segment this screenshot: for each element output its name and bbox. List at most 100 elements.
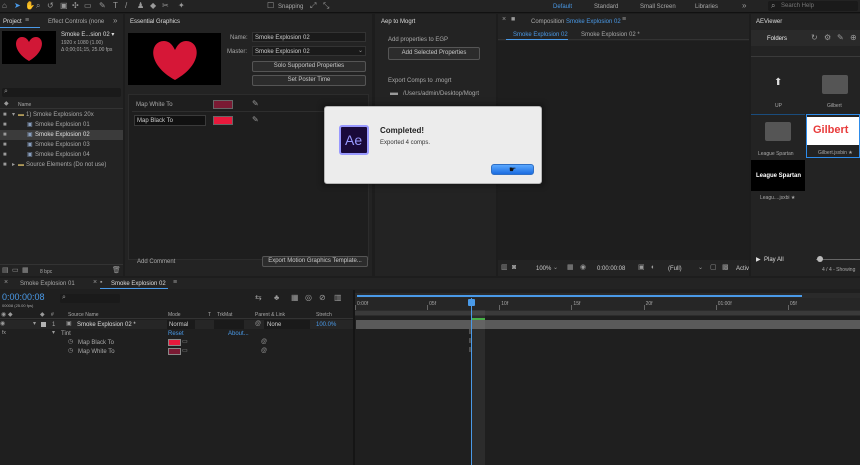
workspace-default[interactable]: Default (553, 3, 572, 11)
lock-icon[interactable]: ■ (511, 15, 515, 25)
project-list-item[interactable]: ■ ▣ Smoke Explosion 01 (0, 120, 123, 130)
keyframe-marker[interactable]: I (469, 338, 471, 346)
play-icon[interactable]: ▶ (756, 255, 761, 265)
trkmat-header[interactable]: TrkMat (217, 311, 232, 319)
effect-param-row[interactable]: ◷ Map Black To ▭ @ (0, 338, 353, 347)
grid-item-preset[interactable]: Gilbert Gilbert.jsxbin ★ (806, 114, 860, 158)
pan-tool-icon[interactable]: ✣ (72, 1, 79, 11)
keyframe-marker[interactable]: I (469, 329, 471, 337)
mode-select[interactable]: Normal (167, 320, 195, 329)
search-help-field[interactable]: ⌕ Search Help (768, 1, 858, 11)
export-mogrt-button[interactable]: Export Motion Graphics Template... (262, 256, 368, 267)
panel-menu-icon[interactable]: ≡ (25, 16, 29, 26)
project-list-item[interactable]: ■ ▸ ▬ Source Elements (Do not use) (0, 160, 123, 170)
close-icon[interactable]: × (502, 15, 506, 25)
home-icon[interactable]: ⌂ (2, 1, 7, 11)
camera-tool-icon[interactable]: ▣ (60, 1, 68, 11)
new-comp-icon[interactable]: ▦ (22, 266, 29, 276)
brush-tool-icon[interactable]: / (125, 1, 127, 11)
grid-item-up[interactable]: ⬆ UP (751, 66, 805, 114)
mode-header[interactable]: Mode (168, 311, 181, 319)
effect-param-row[interactable]: ◷ Map White To ▭ @ (0, 347, 353, 356)
set-poster-time-button[interactable]: Set Poster Time (252, 75, 366, 86)
grid-item-preset[interactable]: League Spartan Leagu....jsxbi ★ (751, 160, 805, 204)
motion-blur-icon[interactable]: ◎ (305, 293, 312, 303)
ok-button[interactable]: ☛ (491, 164, 534, 175)
trash-icon[interactable]: 🗑 (112, 266, 121, 276)
snap-extra-icon[interactable]: ⤡ (323, 1, 329, 11)
keyframe-marker[interactable]: I (469, 347, 471, 355)
source-name-header[interactable]: Source Name (68, 311, 99, 319)
settings-icon[interactable]: ⚙ (824, 33, 831, 43)
zoom-select[interactable]: 100% (536, 265, 551, 273)
expand-arrow-icon[interactable]: ▾ (12, 110, 15, 120)
interpret-footage-icon[interactable]: ▤ (2, 266, 9, 276)
zoom-tool-icon[interactable]: ⌕ (36, 1, 40, 11)
workspace-small-screen[interactable]: Small Screen (640, 3, 676, 11)
eyedropper-icon[interactable]: ✎ (252, 115, 259, 125)
slider-handle[interactable] (817, 256, 823, 262)
grid-item-folder-selected[interactable]: League Spartan (751, 114, 805, 158)
project-list-item[interactable]: ■ ▣ Smoke Explosion 04 (0, 150, 123, 160)
expand-arrow-icon[interactable]: ▸ (12, 160, 15, 170)
add-icon[interactable]: ⊕ (850, 33, 857, 43)
grid-icon[interactable]: ▦ (567, 263, 574, 273)
add-comment-button[interactable]: Add Comment (137, 258, 175, 266)
parent-header[interactable]: Parent & Link (255, 311, 285, 319)
play-all-button[interactable]: Play All (764, 256, 784, 264)
master-select[interactable]: Smoke Explosion 02 ⌄ (252, 46, 366, 56)
workspace-more-icon[interactable]: » (742, 1, 746, 11)
timeline-timecode[interactable]: 0:00:00:08 (2, 292, 45, 302)
eyedropper-icon[interactable]: ▭ (182, 346, 188, 356)
edit-icon[interactable]: ✎ (837, 33, 844, 43)
work-area-bar[interactable] (355, 310, 860, 316)
layer-duration-bar[interactable] (356, 318, 860, 329)
panel-menu-icon[interactable]: ≡ (173, 278, 177, 288)
rotate-tool-icon[interactable]: ↺ (47, 1, 54, 11)
navigator-bar[interactable] (357, 295, 802, 297)
resolution-icon[interactable]: ▥ (501, 263, 508, 273)
comp-tab-active[interactable]: Smoke Explosion 02 (513, 31, 568, 39)
eyedropper-icon[interactable]: ✎ (252, 99, 259, 109)
visibility-icon[interactable]: ◉ (0, 319, 5, 329)
color-swatch[interactable] (213, 116, 233, 125)
layer-name[interactable]: Smoke Explosion 02 * (77, 321, 136, 329)
parent-select[interactable]: None (264, 320, 310, 329)
color-swatch[interactable] (168, 339, 181, 346)
export-path[interactable]: /Users/admin/Desktop/Mogrt (403, 90, 479, 98)
current-time-indicator[interactable] (471, 298, 472, 465)
puppet-tool-icon[interactable]: ✦ (178, 1, 185, 11)
chart-icon[interactable]: ▥ (334, 293, 342, 303)
workspace-libraries[interactable]: Libraries (695, 3, 718, 11)
panel-menu-icon[interactable]: ▪ (100, 278, 102, 288)
project-list-item[interactable]: ■ ▣ Smoke Explosion 03 (0, 140, 123, 150)
region-icon[interactable]: ▢ (710, 263, 717, 273)
hand-tool-icon[interactable]: ✋ (25, 1, 35, 11)
folder-icon[interactable]: ▬ (390, 88, 398, 98)
chevron-down-icon[interactable]: ⌄ (553, 263, 558, 273)
resolution-select[interactable]: (Full) (668, 265, 682, 273)
expand-arrow-icon[interactable]: ▾ (33, 319, 36, 329)
layer-label-color[interactable] (41, 322, 46, 327)
mask-icon[interactable]: ◙ (512, 263, 516, 273)
chevron-down-icon[interactable]: ⌄ (698, 263, 703, 273)
project-list-item[interactable]: ■ ▣ Smoke Explosion 02 (0, 130, 123, 140)
t-header[interactable]: T (208, 311, 211, 319)
color-swatch[interactable] (213, 100, 233, 109)
effect-row[interactable]: fx ▾ Tint Reset About... (0, 329, 353, 338)
comp-tab[interactable]: Smoke Explosion 02 * (581, 31, 640, 39)
composition-title-name[interactable]: Smoke Explosion 02 (566, 18, 621, 26)
current-time-handle[interactable] (468, 299, 475, 306)
add-selected-properties-button[interactable]: Add Selected Properties (388, 47, 480, 60)
color-channel-icon[interactable]: ◐ (651, 263, 655, 273)
color-swatch[interactable] (168, 348, 181, 355)
timeline-search-field[interactable]: ⌕ (60, 294, 120, 303)
timeline-tab-active[interactable]: Smoke Explosion 02 (111, 280, 166, 288)
effect-about-link[interactable]: About... (228, 330, 249, 338)
stretch-value[interactable]: 100.0% (316, 321, 336, 329)
pickwhip-icon[interactable]: @ (255, 319, 261, 329)
refresh-icon[interactable]: ↻ (811, 33, 818, 43)
graph-editor-icon[interactable]: ⊘ (319, 293, 326, 303)
stopwatch-icon[interactable]: ◷ (68, 346, 73, 356)
solo-supported-properties-button[interactable]: Solo Supported Properties (252, 61, 366, 72)
